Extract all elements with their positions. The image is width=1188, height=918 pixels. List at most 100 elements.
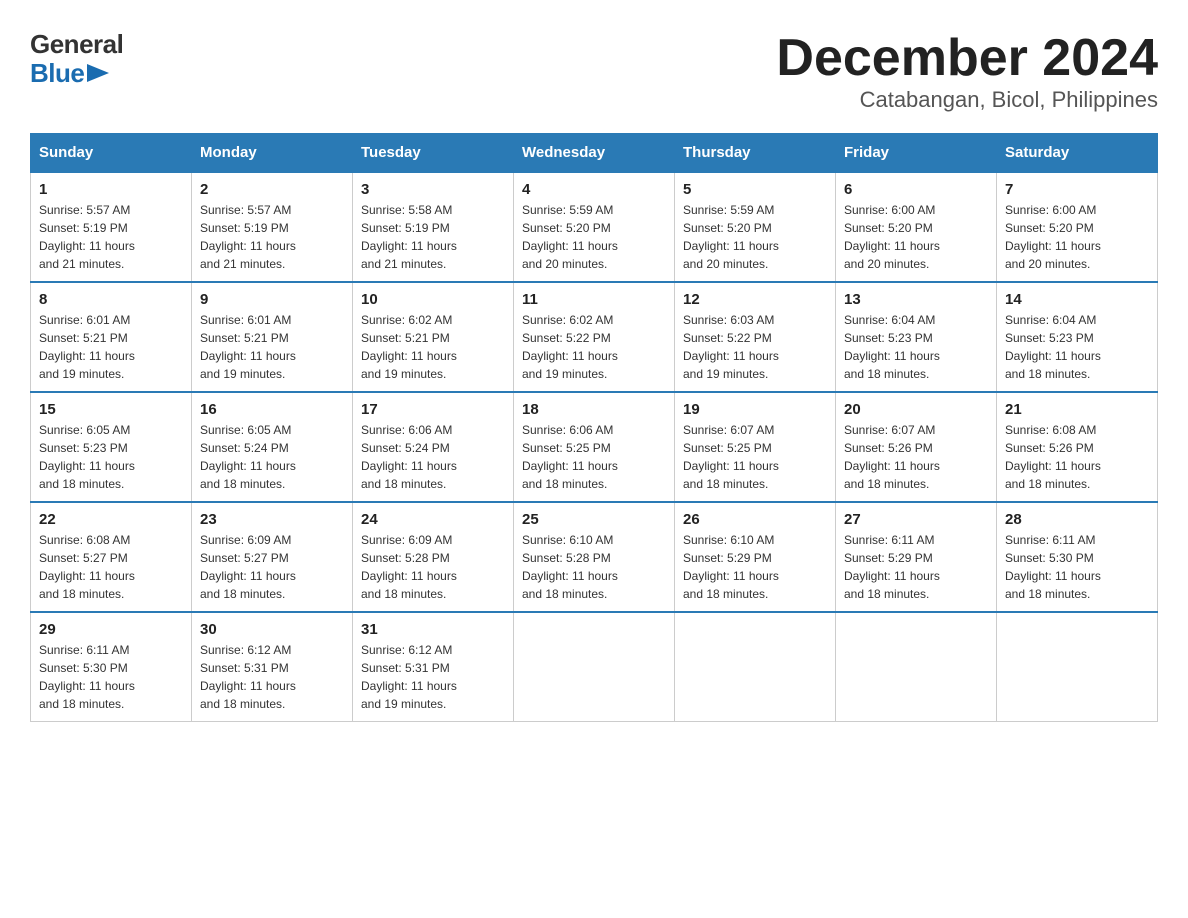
calendar-cell: 4 Sunrise: 5:59 AM Sunset: 5:20 PM Daylig… [514,172,675,282]
calendar-cell: 14 Sunrise: 6:04 AM Sunset: 5:23 PM Dayli… [997,282,1158,392]
calendar-cell: 30Sunrise: 6:12 AM Sunset: 5:31 PM Dayli… [192,612,353,722]
calendar-cell [675,612,836,722]
calendar-cell: 15 Sunrise: 6:05 AM Sunset: 5:23 PM Dayli… [31,392,192,502]
day-number: 5 [683,181,827,198]
calendar-week-2: 8Sunrise: 6:01 AM Sunset: 5:21 PM Daylig… [31,282,1158,392]
day-info: Sunrise: 6:06 AM Sunset: 5:24 PM Dayligh… [361,421,505,493]
day-info: Sunrise: 6:01 AM Sunset: 5:21 PM Dayligh… [200,311,344,383]
calendar-header: SundayMondayTuesdayWednesdayThursdayFrid… [31,134,1158,173]
calendar-cell: 20 Sunrise: 6:07 AM Sunset: 5:26 PM Dayli… [836,392,997,502]
calendar-week-3: 15 Sunrise: 6:05 AM Sunset: 5:23 PM Dayli… [31,392,1158,502]
calendar-cell: 18Sunrise: 6:06 AM Sunset: 5:25 PM Dayli… [514,392,675,502]
day-number: 1 [39,181,183,198]
day-number: 4 [522,181,666,198]
calendar-cell: 8Sunrise: 6:01 AM Sunset: 5:21 PM Daylig… [31,282,192,392]
day-info: Sunrise: 6:05 AM Sunset: 5:24 PM Dayligh… [200,421,344,493]
calendar-cell: 19 Sunrise: 6:07 AM Sunset: 5:25 PM Dayli… [675,392,836,502]
day-number: 15 [39,401,183,418]
day-number: 28 [1005,511,1149,528]
calendar-cell: 31Sunrise: 6:12 AM Sunset: 5:31 PM Dayli… [353,612,514,722]
calendar-cell: 9Sunrise: 6:01 AM Sunset: 5:21 PM Daylig… [192,282,353,392]
calendar-cell: 25 Sunrise: 6:10 AM Sunset: 5:28 PM Dayli… [514,502,675,612]
header-cell-tuesday: Tuesday [353,134,514,173]
calendar-cell [836,612,997,722]
page-header: General Blue December 2024 Catabangan, B… [30,30,1158,113]
day-number: 18 [522,401,666,418]
day-info: Sunrise: 6:09 AM Sunset: 5:28 PM Dayligh… [361,531,505,603]
calendar-body: 1 Sunrise: 5:57 AM Sunset: 5:19 PM Daylig… [31,172,1158,722]
page-subtitle: Catabangan, Bicol, Philippines [776,87,1158,113]
day-info: Sunrise: 6:12 AM Sunset: 5:31 PM Dayligh… [200,641,344,713]
day-number: 7 [1005,181,1149,198]
day-number: 26 [683,511,827,528]
calendar-cell: 29 Sunrise: 6:11 AM Sunset: 5:30 PM Dayli… [31,612,192,722]
day-info: Sunrise: 6:05 AM Sunset: 5:23 PM Dayligh… [39,421,183,493]
day-number: 12 [683,291,827,308]
day-info: Sunrise: 6:02 AM Sunset: 5:22 PM Dayligh… [522,311,666,383]
calendar-week-4: 22Sunrise: 6:08 AM Sunset: 5:27 PM Dayli… [31,502,1158,612]
day-number: 29 [39,621,183,638]
day-info: Sunrise: 6:10 AM Sunset: 5:28 PM Dayligh… [522,531,666,603]
header-cell-friday: Friday [836,134,997,173]
calendar-cell [514,612,675,722]
day-info: Sunrise: 6:11 AM Sunset: 5:29 PM Dayligh… [844,531,988,603]
day-info: Sunrise: 6:00 AM Sunset: 5:20 PM Dayligh… [844,201,988,273]
day-info: Sunrise: 6:09 AM Sunset: 5:27 PM Dayligh… [200,531,344,603]
page-title: December 2024 [776,30,1158,87]
day-info: Sunrise: 6:04 AM Sunset: 5:23 PM Dayligh… [1005,311,1149,383]
header-cell-thursday: Thursday [675,134,836,173]
logo-blue: Blue [30,59,123,88]
header-row: SundayMondayTuesdayWednesdayThursdayFrid… [31,134,1158,173]
day-info: Sunrise: 6:00 AM Sunset: 5:20 PM Dayligh… [1005,201,1149,273]
day-info: Sunrise: 6:03 AM Sunset: 5:22 PM Dayligh… [683,311,827,383]
day-info: Sunrise: 5:59 AM Sunset: 5:20 PM Dayligh… [683,201,827,273]
logo-general: General [30,30,123,59]
calendar-cell: 13 Sunrise: 6:04 AM Sunset: 5:23 PM Dayli… [836,282,997,392]
day-info: Sunrise: 6:04 AM Sunset: 5:23 PM Dayligh… [844,311,988,383]
day-info: Sunrise: 6:10 AM Sunset: 5:29 PM Dayligh… [683,531,827,603]
calendar-cell: 16 Sunrise: 6:05 AM Sunset: 5:24 PM Dayli… [192,392,353,502]
day-number: 25 [522,511,666,528]
calendar-cell: 17 Sunrise: 6:06 AM Sunset: 5:24 PM Dayli… [353,392,514,502]
day-number: 13 [844,291,988,308]
day-info: Sunrise: 6:02 AM Sunset: 5:21 PM Dayligh… [361,311,505,383]
day-info: Sunrise: 6:01 AM Sunset: 5:21 PM Dayligh… [39,311,183,383]
day-number: 19 [683,401,827,418]
calendar-cell: 23 Sunrise: 6:09 AM Sunset: 5:27 PM Dayli… [192,502,353,612]
day-number: 21 [1005,401,1149,418]
calendar-cell: 2Sunrise: 5:57 AM Sunset: 5:19 PM Daylig… [192,172,353,282]
day-number: 10 [361,291,505,308]
day-info: Sunrise: 5:57 AM Sunset: 5:19 PM Dayligh… [200,201,344,273]
calendar-week-5: 29 Sunrise: 6:11 AM Sunset: 5:30 PM Dayli… [31,612,1158,722]
title-block: December 2024 Catabangan, Bicol, Philipp… [776,30,1158,113]
day-number: 24 [361,511,505,528]
calendar-week-1: 1 Sunrise: 5:57 AM Sunset: 5:19 PM Daylig… [31,172,1158,282]
calendar-cell: 27 Sunrise: 6:11 AM Sunset: 5:29 PM Dayli… [836,502,997,612]
day-info: Sunrise: 6:07 AM Sunset: 5:25 PM Dayligh… [683,421,827,493]
logo-arrow-icon [87,64,109,82]
day-number: 17 [361,401,505,418]
header-cell-saturday: Saturday [997,134,1158,173]
day-number: 16 [200,401,344,418]
calendar-cell: 10 Sunrise: 6:02 AM Sunset: 5:21 PM Dayli… [353,282,514,392]
calendar-cell: 7 Sunrise: 6:00 AM Sunset: 5:20 PM Daylig… [997,172,1158,282]
day-number: 27 [844,511,988,528]
calendar-cell: 12 Sunrise: 6:03 AM Sunset: 5:22 PM Dayli… [675,282,836,392]
logo: General Blue [30,30,123,87]
day-info: Sunrise: 6:11 AM Sunset: 5:30 PM Dayligh… [39,641,183,713]
day-number: 23 [200,511,344,528]
day-number: 22 [39,511,183,528]
header-cell-wednesday: Wednesday [514,134,675,173]
calendar-cell: 1Sunrise: 5:57 AM Sunset: 5:19 PM Daylig… [31,172,192,282]
calendar-cell: 5 Sunrise: 5:59 AM Sunset: 5:20 PM Daylig… [675,172,836,282]
day-number: 31 [361,621,505,638]
day-info: Sunrise: 6:07 AM Sunset: 5:26 PM Dayligh… [844,421,988,493]
calendar-table: SundayMondayTuesdayWednesdayThursdayFrid… [30,133,1158,722]
day-number: 20 [844,401,988,418]
day-number: 14 [1005,291,1149,308]
header-cell-sunday: Sunday [31,134,192,173]
day-info: Sunrise: 5:59 AM Sunset: 5:20 PM Dayligh… [522,201,666,273]
day-number: 3 [361,181,505,198]
calendar-cell: 22Sunrise: 6:08 AM Sunset: 5:27 PM Dayli… [31,502,192,612]
calendar-cell: 11Sunrise: 6:02 AM Sunset: 5:22 PM Dayli… [514,282,675,392]
